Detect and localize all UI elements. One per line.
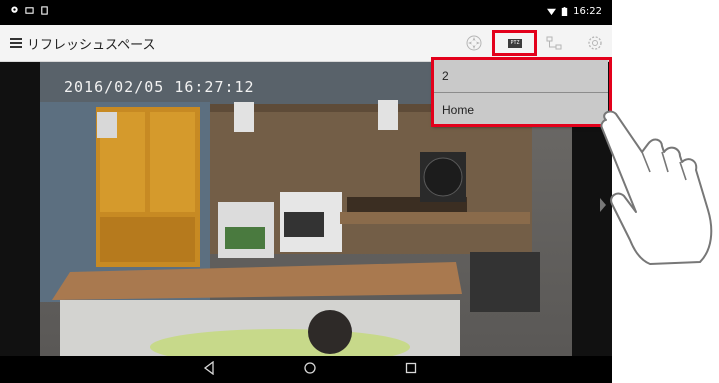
video-timestamp: 2016/02/05 16:27:12 — [64, 78, 255, 96]
status-bar: 16:22 — [0, 0, 612, 25]
tap-hand-icon — [600, 110, 713, 265]
back-icon[interactable] — [203, 361, 215, 375]
link-button[interactable] — [544, 33, 564, 53]
hamburger-menu-icon[interactable] — [10, 38, 22, 48]
location-icon — [11, 6, 18, 13]
dropdown-highlight — [431, 57, 612, 127]
ptz-control-button[interactable] — [464, 33, 484, 53]
recents-icon[interactable] — [405, 361, 417, 375]
home-icon[interactable] — [303, 361, 317, 375]
gear-icon — [588, 36, 602, 50]
screenshot-icon — [25, 7, 34, 14]
page-title: リフレッシュスペース — [27, 38, 156, 53]
battery-icon — [561, 7, 568, 16]
wifi-icon — [547, 8, 557, 16]
preset-button-highlight — [492, 30, 537, 56]
notification-icon — [41, 6, 48, 15]
settings-button[interactable] — [585, 33, 605, 53]
link-icon — [546, 36, 562, 50]
navigation-bar — [0, 356, 612, 383]
ptz-compass-icon — [466, 35, 482, 51]
status-time: 16:22 — [573, 6, 602, 17]
